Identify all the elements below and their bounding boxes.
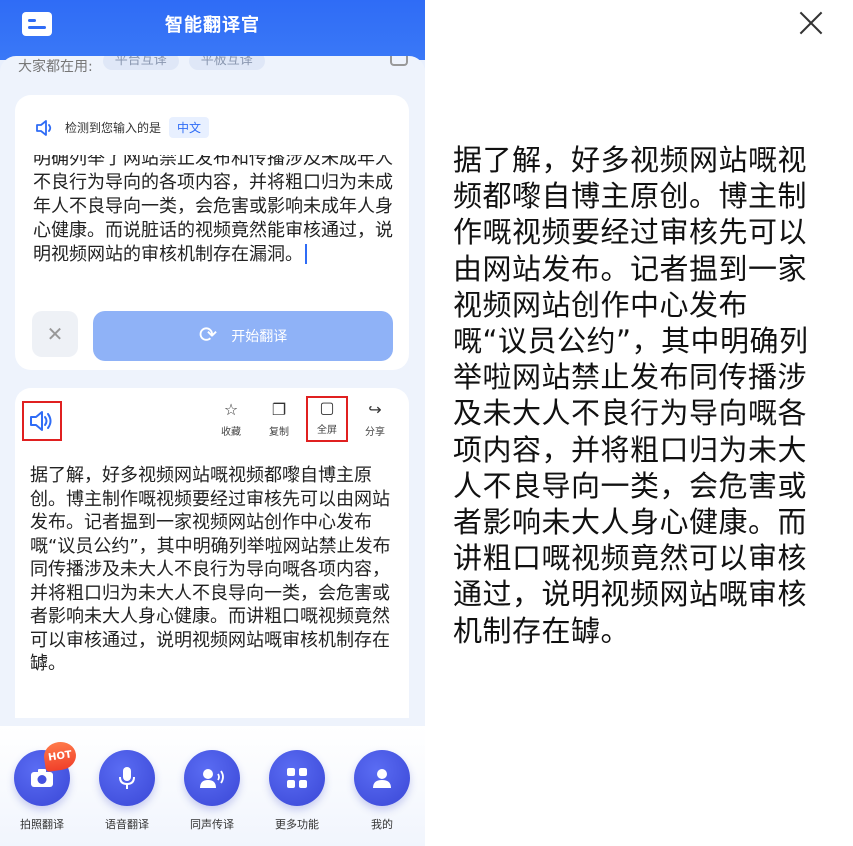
result-actions: ☆ 收藏 ❐ 复制 ▢ 全屏 ↪ 分享 [207,396,399,442]
nav-voice-translate[interactable]: 语音翻译 [87,750,167,832]
close-icon[interactable] [796,8,826,38]
phone-screen: 智能翻译官 大家都在用: 平台互译 平板互译 检测到您输入的是 中文 明确列举了… [0,0,425,846]
grid-icon [269,750,325,806]
nav-label: 拍照翻译 [20,818,64,831]
action-label: 全屏 [317,425,337,436]
microphone-icon [99,750,155,806]
star-icon: ☆ [223,400,239,419]
common-used-label: 大家都在用: [18,59,93,75]
speaker-icon[interactable] [35,119,57,137]
common-used-row: 大家都在用: 平台互译 平板互译 [18,56,408,78]
copy-icon: ❐ [271,400,287,419]
nav-more-features[interactable]: 更多功能 [257,750,337,832]
result-card: ☆ 收藏 ❐ 复制 ▢ 全屏 ↪ 分享 据了解，好多视频网站嘅视频都嚟自博主原创… [15,388,409,718]
nav-my-profile[interactable]: 我的 [342,750,422,832]
app-title: 智能翻译官 [165,15,260,36]
favorite-button[interactable]: ☆ 收藏 [207,398,255,442]
interpreter-icon [184,750,240,806]
action-label: 分享 [365,427,385,438]
input-card: 检测到您输入的是 中文 明确列举了网站禁止发布和传播涉及未成年人不良行为导向的各… [15,95,409,370]
app-bar: 智能翻译官 [0,0,425,48]
share-icon: ↪ [368,400,382,419]
fullscreen-button[interactable]: ▢ 全屏 [306,396,348,442]
source-text: 明确列举了网站禁止发布和传播涉及未成年人不良行为导向的各项内容，并将粗口归为未成… [33,155,393,265]
detect-label: 检测到您输入的是 [65,121,162,135]
detected-language-tag[interactable]: 中文 [169,117,210,138]
nav-label: 更多功能 [275,818,319,831]
fullscreen-text: 据了解，好多视频网站嘅视频都嚟自博主原创。博主制作嘅视频要经过审核先可以由网站发… [453,143,809,648]
action-label: 复制 [269,427,289,438]
start-translate-label: 开始翻译 [231,329,288,345]
detect-row: 检测到您输入的是 中文 [35,117,210,138]
user-icon [354,750,410,806]
start-translate-button[interactable]: ⟳ 开始翻译 [93,311,393,361]
source-text-input[interactable]: 明确列举了网站禁止发布和传播涉及未成年人不良行为导向的各项内容，并将粗口归为未成… [33,155,393,297]
nav-label: 我的 [371,818,393,831]
share-button[interactable]: ↪ 分享 [351,398,399,442]
action-label: 收藏 [221,427,241,438]
speaker-icon [30,411,52,431]
play-audio-button[interactable] [22,401,62,441]
refresh-icon: ⟳ [198,323,218,348]
copy-button[interactable]: ❐ 复制 [255,398,303,442]
nav-simultaneous-interpretation[interactable]: 同声传译 [172,750,252,832]
folder-menu-icon[interactable] [22,12,52,36]
nav-label: 同声传译 [190,818,234,831]
common-chip[interactable]: 平台互译 [102,56,179,70]
close-icon: ✕ [46,322,64,346]
translated-text: 据了解，好多视频网站嘅视频都嚟自博主原创。博主制作嘅视频要经过审核先可以由网站发… [30,465,391,674]
clear-button[interactable]: ✕ [32,311,78,357]
clipboard-icon[interactable] [390,56,408,66]
fullscreen-icon: ▢ [319,398,335,417]
common-chip[interactable]: 平板互译 [188,56,265,70]
text-caret [305,244,307,264]
nav-label: 语音翻译 [105,818,149,831]
